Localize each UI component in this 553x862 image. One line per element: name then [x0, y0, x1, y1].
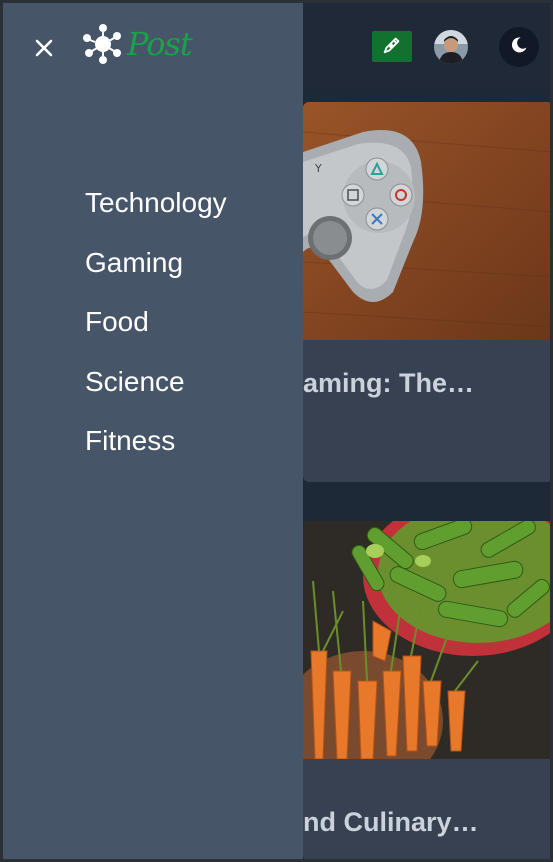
app-frame: Y aming: The… nd Culinary… Post Technolo… — [0, 0, 553, 862]
menu-item-food[interactable]: Food — [85, 300, 227, 360]
logo[interactable]: Post — [81, 23, 193, 65]
card-title-wrap: aming: The… — [303, 102, 550, 482]
menu-item-gaming[interactable]: Gaming — [85, 241, 227, 301]
menu-item-science[interactable]: Science — [85, 360, 227, 420]
write-post-button[interactable] — [372, 31, 412, 62]
side-drawer: Post Technology Gaming Food Science Fitn… — [3, 3, 303, 859]
article-card[interactable]: Y aming: The… — [303, 102, 550, 482]
card-title-wrap: nd Culinary… — [303, 521, 550, 859]
close-icon — [35, 39, 53, 57]
card-title[interactable]: aming: The… — [303, 368, 474, 399]
moon-icon — [509, 35, 529, 59]
menu-item-technology[interactable]: Technology — [85, 181, 227, 241]
pen-nib-icon — [381, 34, 403, 60]
card-title[interactable]: nd Culinary… — [303, 807, 479, 838]
theme-toggle-button[interactable] — [499, 27, 539, 67]
article-card[interactable]: nd Culinary… — [303, 521, 550, 859]
user-avatar[interactable] — [434, 30, 468, 64]
sun-logo-icon — [83, 24, 121, 64]
menu-item-fitness[interactable]: Fitness — [85, 419, 227, 479]
category-menu: Technology Gaming Food Science Fitness — [85, 181, 227, 479]
close-button[interactable] — [31, 35, 57, 61]
logo-text: Post — [127, 25, 193, 63]
